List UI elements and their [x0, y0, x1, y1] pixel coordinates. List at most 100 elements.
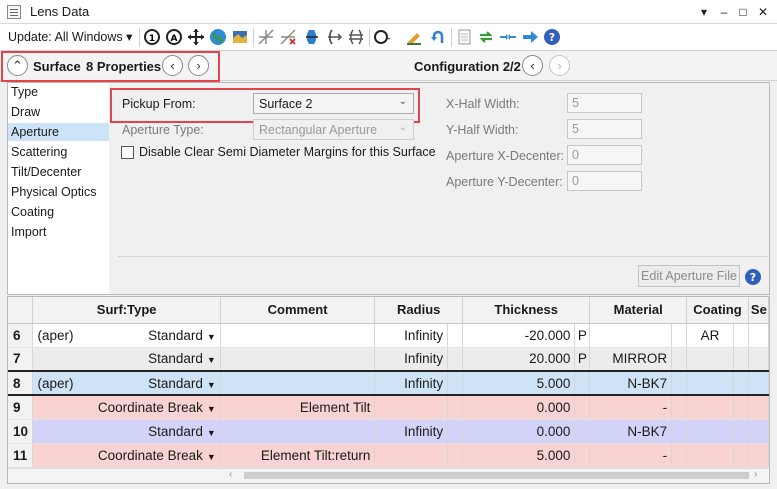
- row-number[interactable]: 8: [8, 370, 34, 396]
- material-cell[interactable]: N-BK7: [589, 419, 673, 444]
- semi-diameter-cell[interactable]: [748, 419, 769, 444]
- material-solve-cell[interactable]: [671, 419, 688, 444]
- aperture-x-decenter-field[interactable]: 0: [567, 145, 642, 165]
- chevron-down-icon[interactable]: ▼: [207, 380, 216, 390]
- previous-configuration-button[interactable]: ‹: [522, 55, 543, 76]
- radius-solve-cell[interactable]: [447, 395, 464, 420]
- help-icon[interactable]: ?: [744, 268, 762, 286]
- radius-cell[interactable]: Infinity: [374, 419, 449, 444]
- x-half-width-field[interactable]: 5: [567, 93, 642, 113]
- scrollbar-thumb[interactable]: [244, 472, 749, 479]
- material-solve-cell[interactable]: [671, 323, 688, 348]
- collapse-arrows-icon[interactable]: [499, 28, 517, 46]
- thickness-solve-cell[interactable]: P: [574, 323, 591, 348]
- column-header-surf-type[interactable]: Surf:Type: [32, 297, 221, 324]
- comment-cell[interactable]: [220, 419, 376, 444]
- table-row[interactable]: 6 (aper) Standard ▼ Infinity -20.000 P AR: [8, 323, 769, 348]
- radius-solve-cell[interactable]: [447, 347, 464, 372]
- table-row[interactable]: 9 Coordinate Break ▼ Element Tilt 0.000-: [8, 395, 769, 420]
- chevron-down-icon[interactable]: ▼: [207, 355, 216, 365]
- table-row[interactable]: 10 Standard ▼ Infinity 0.000 N-BK7: [8, 419, 769, 444]
- semi-diameter-cell[interactable]: [748, 347, 769, 372]
- thickness-cell[interactable]: 20.000: [462, 347, 576, 372]
- surf-type-cell[interactable]: Standard ▼: [32, 419, 221, 444]
- help-icon[interactable]: ?: [543, 28, 561, 46]
- radius-cell[interactable]: Infinity: [374, 347, 449, 372]
- material-cell[interactable]: -: [589, 395, 673, 420]
- column-header-comment[interactable]: Comment: [220, 297, 376, 324]
- edit-pencil-icon[interactable]: [405, 28, 423, 46]
- table-row[interactable]: 8 (aper) Standard ▼ Infinity 5.000 N-BK7: [8, 370, 769, 396]
- radius-cell[interactable]: [374, 395, 449, 420]
- radius-cell[interactable]: [374, 443, 449, 468]
- thickness-solve-cell[interactable]: [574, 419, 591, 444]
- update-all-icon[interactable]: A: [165, 28, 183, 46]
- material-solve-cell[interactable]: [671, 443, 688, 468]
- category-coating[interactable]: Coating: [11, 205, 54, 219]
- table-row[interactable]: 7 Standard ▼ Infinity 20.000 P MIRROR: [8, 347, 769, 372]
- row-number[interactable]: 11: [8, 443, 34, 468]
- thickness-solve-cell[interactable]: P: [574, 347, 591, 372]
- surf-type-cell[interactable]: (aper) Standard ▼: [32, 323, 221, 348]
- coating-cell[interactable]: AR: [686, 323, 734, 348]
- comment-cell[interactable]: Element Tilt: [220, 395, 376, 420]
- comment-cell[interactable]: [220, 347, 376, 372]
- column-header-thickness[interactable]: Thickness: [462, 297, 591, 324]
- category-scattering[interactable]: Scattering: [11, 145, 67, 159]
- thickness-cell[interactable]: -20.000: [462, 323, 576, 348]
- coating-cell[interactable]: [686, 443, 734, 468]
- surf-type-cell[interactable]: Coordinate Break ▼: [32, 443, 221, 468]
- aperture-circle-icon[interactable]: [373, 28, 391, 46]
- element-lens-icon[interactable]: [303, 28, 321, 46]
- semi-diameter-cell[interactable]: [748, 370, 769, 396]
- thickness-solve-cell[interactable]: [574, 443, 591, 468]
- comment-cell[interactable]: Element Tilt:return: [220, 443, 376, 468]
- insert-surface-icon[interactable]: [257, 28, 275, 46]
- material-solve-cell[interactable]: [671, 370, 688, 396]
- aperture-y-decenter-field[interactable]: 0: [567, 171, 642, 191]
- comment-cell[interactable]: [220, 370, 376, 396]
- coating-solve-cell[interactable]: [733, 347, 749, 372]
- row-number[interactable]: 10: [8, 419, 34, 444]
- thickness-cell[interactable]: 5.000: [462, 443, 576, 468]
- category-aperture[interactable]: Aperture: [11, 125, 59, 139]
- column-header-semi-diameter[interactable]: Se: [748, 297, 769, 324]
- radius-solve-cell[interactable]: [447, 419, 464, 444]
- row-number[interactable]: 6: [8, 323, 34, 348]
- material-solve-cell[interactable]: [671, 395, 688, 420]
- chevron-down-icon[interactable]: ▼: [207, 404, 216, 414]
- surf-type-cell[interactable]: Coordinate Break ▼: [32, 395, 221, 420]
- thickness-solve-cell[interactable]: [574, 370, 591, 396]
- sync-arrows-icon[interactable]: [477, 28, 495, 46]
- row-number[interactable]: 9: [8, 395, 34, 420]
- comment-cell[interactable]: [220, 323, 376, 348]
- globe-icon[interactable]: [209, 28, 227, 46]
- maximize-button[interactable]: □: [734, 2, 752, 22]
- coating-cell[interactable]: [686, 370, 734, 396]
- radius-cell[interactable]: Infinity: [374, 370, 449, 396]
- chevron-down-icon[interactable]: ▼: [207, 452, 216, 462]
- reverse-elements-icon[interactable]: [325, 28, 343, 46]
- document-icon[interactable]: [455, 28, 473, 46]
- thickness-cell[interactable]: 0.000: [462, 419, 576, 444]
- make-focal-icon[interactable]: [347, 28, 365, 46]
- chevron-down-icon[interactable]: ▼: [207, 428, 216, 438]
- semi-diameter-cell[interactable]: [748, 323, 769, 348]
- category-draw[interactable]: Draw: [11, 105, 40, 119]
- update-current-icon[interactable]: 1: [143, 28, 161, 46]
- radius-solve-cell[interactable]: [447, 443, 464, 468]
- semi-diameter-cell[interactable]: [748, 395, 769, 420]
- coating-cell[interactable]: [686, 419, 734, 444]
- update-windows-button[interactable]: Update: All Windows ▾: [8, 28, 132, 47]
- coating-solve-cell[interactable]: [733, 370, 749, 396]
- forward-arrow-icon[interactable]: [521, 28, 539, 46]
- category-tilt-decenter[interactable]: Tilt/Decenter: [11, 165, 81, 179]
- column-header-coating[interactable]: Coating: [686, 297, 749, 324]
- undo-arrow-icon[interactable]: [429, 28, 447, 46]
- chevron-down-icon[interactable]: ▼: [207, 332, 216, 342]
- material-solve-cell[interactable]: [671, 347, 688, 372]
- coating-cell[interactable]: [686, 395, 734, 420]
- layout-map-icon[interactable]: [231, 28, 249, 46]
- coating-solve-cell[interactable]: [733, 395, 749, 420]
- material-cell[interactable]: MIRROR: [589, 347, 673, 372]
